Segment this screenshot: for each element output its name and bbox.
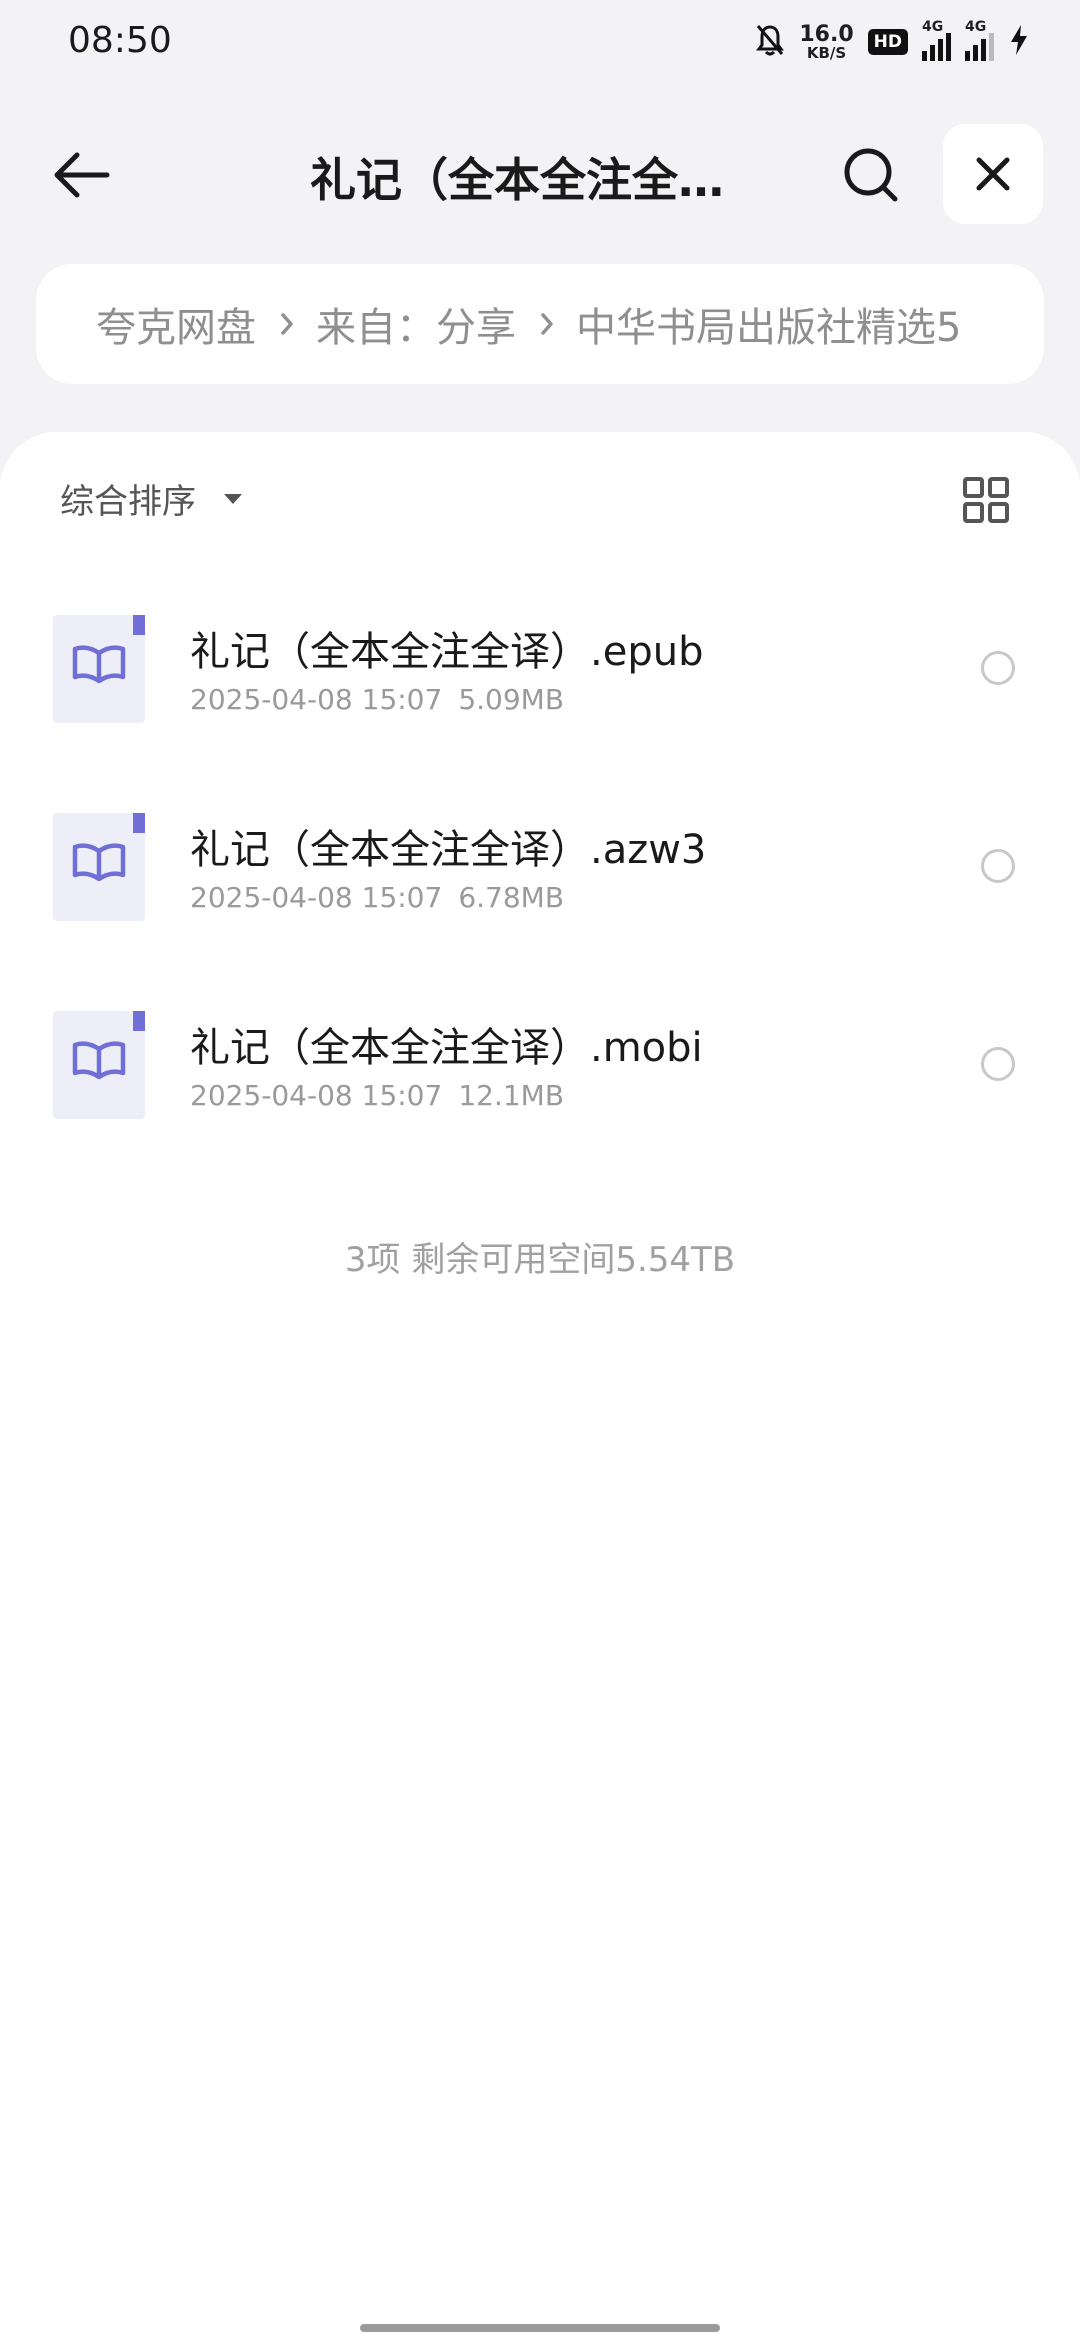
sim2-network-label: 4G xyxy=(965,19,987,35)
file-list-panel: 综合排序 礼记（全本全注全译）.epub 2025-04-08 15:07 5.0… xyxy=(0,432,1080,2340)
page-title: 礼记（全本全注全… xyxy=(310,153,724,207)
status-icons: 16.0 KB/S HD 4G 4G xyxy=(755,18,1030,66)
close-button[interactable] xyxy=(943,124,1043,224)
file-date: 2025-04-08 15:07 xyxy=(190,683,443,716)
grid-view-icon xyxy=(963,477,1009,523)
file-name: 礼记（全本全注全译）.azw3 xyxy=(190,827,707,873)
book-file-icon xyxy=(53,1011,145,1119)
search-button[interactable] xyxy=(836,140,906,210)
file-size: 6.78MB xyxy=(458,881,565,914)
select-radio[interactable] xyxy=(981,651,1015,685)
file-meta: 2025-04-08 15:07 5.09MB xyxy=(190,683,564,716)
bell-off-icon xyxy=(755,23,785,61)
breadcrumb-item-share[interactable]: 来自：分享 xyxy=(316,295,516,353)
sim2-signal-icon: 4G xyxy=(965,19,994,61)
sort-button[interactable]: 综合排序 xyxy=(60,474,244,523)
chevron-right-icon xyxy=(540,312,554,336)
select-radio[interactable] xyxy=(981,1047,1015,1081)
breadcrumb: 夸克网盘 来自：分享 中华书局出版社精选5 xyxy=(36,264,1044,384)
net-speed: 16.0 KB/S xyxy=(799,21,854,62)
back-button[interactable] xyxy=(46,140,116,210)
file-name: 礼记（全本全注全译）.epub xyxy=(190,629,704,675)
book-file-icon xyxy=(53,615,145,723)
header: 礼记（全本全注全… xyxy=(0,120,1080,230)
file-size: 12.1MB xyxy=(458,1079,565,1112)
breadcrumb-item-folder[interactable]: 中华书局出版社精选5 xyxy=(576,295,961,353)
file-meta: 2025-04-08 15:07 6.78MB xyxy=(190,881,564,914)
file-row[interactable]: 礼记（全本全注全译）.epub 2025-04-08 15:07 5.09MB xyxy=(0,615,1080,765)
sim1-network-label: 4G xyxy=(922,19,944,35)
status-time: 08:50 xyxy=(68,20,172,61)
chevron-right-icon xyxy=(280,312,294,336)
net-speed-unit: KB/S xyxy=(806,43,847,62)
file-size: 5.09MB xyxy=(458,683,565,716)
home-indicator[interactable] xyxy=(360,2324,720,2332)
file-date: 2025-04-08 15:07 xyxy=(190,881,443,914)
storage-summary: 3项 剩余可用空间5.54TB xyxy=(344,1240,736,1280)
grid-view-button[interactable] xyxy=(962,476,1010,524)
status-bar: 08:50 16.0 KB/S HD 4G 4G xyxy=(0,0,1080,84)
file-row[interactable]: 礼记（全本全注全译）.mobi 2025-04-08 15:07 12.1MB xyxy=(0,1011,1080,1161)
net-speed-value: 16.0 xyxy=(799,21,854,47)
dropdown-caret-icon xyxy=(224,493,242,504)
sim1-signal-icon: 4G xyxy=(922,19,951,61)
charging-icon xyxy=(1008,23,1030,61)
select-radio[interactable] xyxy=(981,849,1015,883)
sort-label: 综合排序 xyxy=(60,482,196,522)
file-row[interactable]: 礼记（全本全注全译）.azw3 2025-04-08 15:07 6.78MB xyxy=(0,813,1080,963)
file-name: 礼记（全本全注全译）.mobi xyxy=(190,1025,703,1071)
book-file-icon xyxy=(53,813,145,921)
file-meta: 2025-04-08 15:07 12.1MB xyxy=(190,1079,564,1112)
hd-voice-badge: HD xyxy=(867,29,908,55)
breadcrumb-item-root[interactable]: 夸克网盘 xyxy=(96,295,256,353)
close-icon xyxy=(976,157,1010,191)
search-icon xyxy=(844,148,898,202)
back-arrow-icon xyxy=(54,152,110,198)
file-date: 2025-04-08 15:07 xyxy=(190,1079,443,1112)
